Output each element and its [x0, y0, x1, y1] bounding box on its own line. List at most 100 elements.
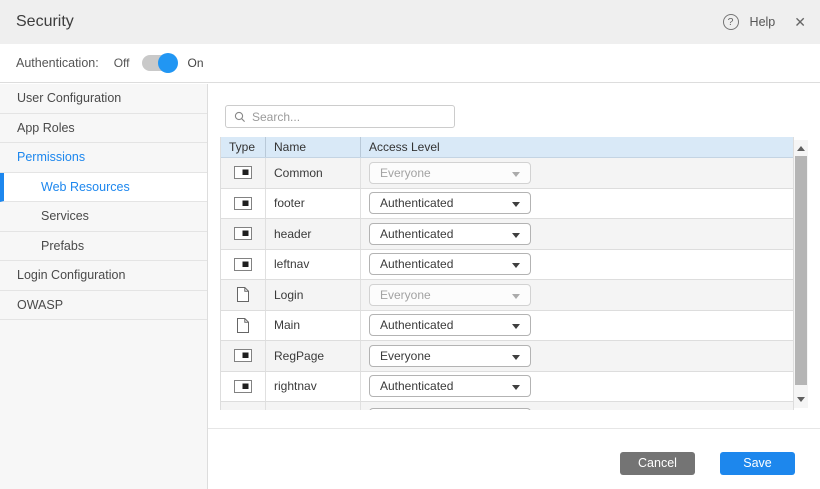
- search-input[interactable]: [252, 110, 442, 124]
- search-icon: [234, 111, 246, 123]
- authentication-toggle[interactable]: [142, 55, 176, 71]
- help-icon[interactable]: ?: [723, 14, 739, 30]
- toggle-knob: [158, 53, 178, 73]
- authentication-label: Authentication:: [16, 56, 99, 70]
- access-level-dropdown[interactable]: [369, 408, 531, 410]
- table-row: rightnav Authenticated: [221, 372, 793, 403]
- sidebar: User Configuration App Roles Permissions…: [0, 84, 208, 489]
- table-row: RegPage Everyone: [221, 341, 793, 372]
- close-icon[interactable]: ✕: [794, 14, 806, 31]
- toggle-off-label: Off: [114, 56, 130, 70]
- table-row: header Authenticated: [221, 219, 793, 250]
- sidebar-item-services[interactable]: Services: [0, 202, 207, 232]
- access-cell: Authenticated: [361, 372, 793, 402]
- resource-type-icon: [237, 287, 249, 302]
- access-cell: Everyone: [361, 158, 793, 188]
- column-header-access-level: Access Level: [361, 137, 793, 157]
- access-level-value: Authenticated: [370, 379, 453, 393]
- name-cell: Common: [266, 158, 361, 188]
- access-level-value: Authenticated: [370, 196, 453, 210]
- sidebar-item-owasp[interactable]: OWASP: [0, 291, 207, 321]
- sidebar-item-login-configuration[interactable]: Login Configuration: [0, 261, 207, 291]
- access-cell: Authenticated: [361, 311, 793, 341]
- resource-type-icon: [234, 349, 252, 362]
- name-cell: RegPage: [266, 341, 361, 371]
- sidebar-item-app-roles[interactable]: App Roles: [0, 114, 207, 144]
- access-cell: Everyone: [361, 341, 793, 371]
- scrollbar-thumb[interactable]: [795, 156, 807, 385]
- type-cell: [221, 311, 266, 341]
- name-cell: footer: [266, 189, 361, 219]
- page-icon: [237, 318, 249, 333]
- access-level-dropdown[interactable]: Everyone: [369, 345, 531, 367]
- type-cell: [221, 280, 266, 310]
- access-level-dropdown[interactable]: Authenticated: [369, 253, 531, 275]
- partial-icon: [234, 227, 252, 240]
- save-button[interactable]: Save: [720, 452, 795, 475]
- access-level-dropdown[interactable]: Everyone: [369, 284, 531, 306]
- footer-divider: [208, 428, 820, 429]
- access-level-dropdown[interactable]: Authenticated: [369, 314, 531, 336]
- partial-icon: [234, 258, 252, 271]
- access-level-dropdown[interactable]: Everyone: [369, 162, 531, 184]
- page-icon: [237, 287, 249, 302]
- table-row-partial: [221, 402, 793, 410]
- scroll-up-arrow-icon[interactable]: [797, 146, 805, 151]
- titlebar: Security ? Help ✕: [0, 0, 820, 44]
- access-level-value: Everyone: [370, 166, 431, 180]
- chevron-down-icon: [512, 294, 520, 299]
- access-cell: Authenticated: [361, 250, 793, 280]
- chevron-down-icon: [512, 355, 520, 360]
- table-row: Main Authenticated: [221, 311, 793, 342]
- chevron-down-icon: [512, 385, 520, 390]
- chevron-down-icon: [512, 233, 520, 238]
- type-cell: [221, 372, 266, 402]
- access-level-value: Authenticated: [370, 227, 453, 241]
- partial-icon: [234, 166, 252, 179]
- partial-icon: [234, 349, 252, 362]
- type-cell: [221, 250, 266, 280]
- column-header-name: Name: [266, 137, 361, 157]
- access-cell: Authenticated: [361, 219, 793, 249]
- chevron-down-icon: [512, 324, 520, 329]
- type-cell: [221, 219, 266, 249]
- chevron-down-icon: [512, 202, 520, 207]
- access-cell: Authenticated: [361, 189, 793, 219]
- resource-type-icon: [237, 318, 249, 333]
- page-title: Security: [16, 0, 74, 44]
- resource-type-icon: [234, 380, 252, 393]
- sidebar-item-permissions[interactable]: Permissions: [0, 143, 207, 173]
- type-cell: [221, 189, 266, 219]
- resource-type-icon: [234, 227, 252, 240]
- table-row: footer Authenticated: [221, 189, 793, 220]
- access-level-dropdown[interactable]: Authenticated: [369, 223, 531, 245]
- name-cell: Login: [266, 280, 361, 310]
- partial-icon: [234, 197, 252, 210]
- type-cell: [221, 402, 266, 410]
- name-cell: header: [266, 219, 361, 249]
- access-cell: Everyone: [361, 280, 793, 310]
- access-level-value: Everyone: [370, 349, 431, 363]
- table-scrollbar[interactable]: [794, 140, 808, 408]
- table-row: leftnav Authenticated: [221, 250, 793, 281]
- resource-type-icon: [234, 258, 252, 271]
- help-link[interactable]: Help: [750, 15, 776, 29]
- name-cell: [266, 402, 361, 410]
- access-level-dropdown[interactable]: Authenticated: [369, 375, 531, 397]
- sidebar-item-web-resources[interactable]: Web Resources: [0, 173, 207, 203]
- access-cell: [361, 402, 793, 410]
- scroll-down-arrow-icon[interactable]: [797, 397, 805, 402]
- permissions-table: Type Name Access Level Common Everyone: [220, 137, 794, 410]
- table-header: Type Name Access Level: [221, 137, 793, 158]
- name-cell: leftnav: [266, 250, 361, 280]
- sidebar-item-user-configuration[interactable]: User Configuration: [0, 84, 207, 114]
- access-level-value: Authenticated: [370, 318, 453, 332]
- access-level-value: Everyone: [370, 288, 431, 302]
- table-row: Login Everyone: [221, 280, 793, 311]
- titlebar-actions: ? Help ✕: [723, 0, 806, 44]
- access-level-dropdown[interactable]: Authenticated: [369, 192, 531, 214]
- resource-type-icon: [234, 166, 252, 179]
- authentication-bar: Authentication: Off On: [0, 44, 820, 83]
- sidebar-item-prefabs[interactable]: Prefabs: [0, 232, 207, 262]
- cancel-button[interactable]: Cancel: [620, 452, 695, 475]
